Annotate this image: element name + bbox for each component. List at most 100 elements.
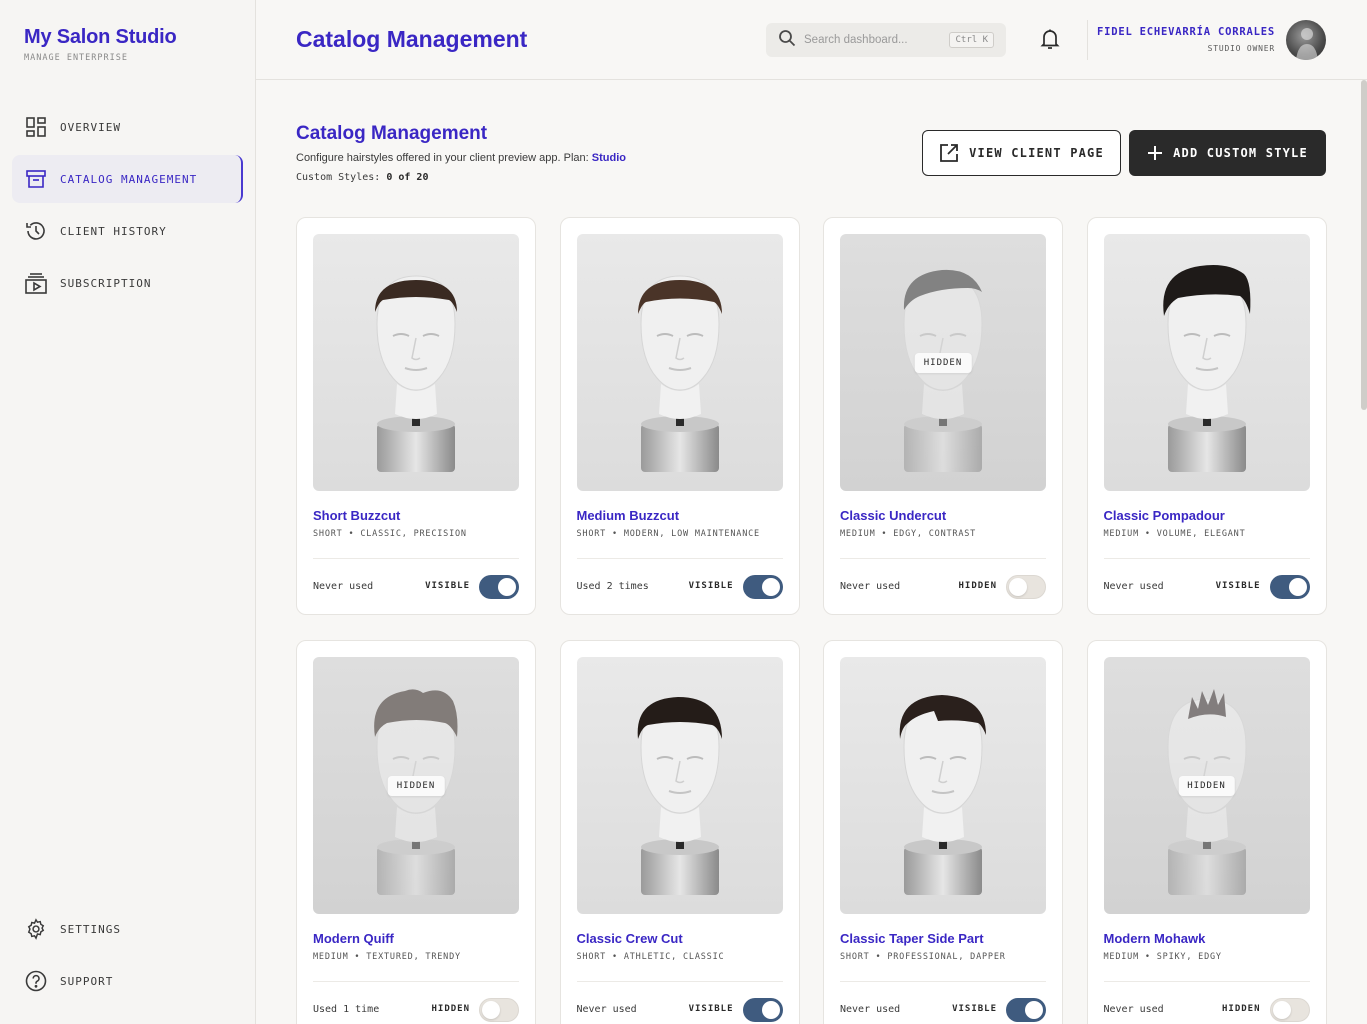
history-icon [24,219,48,243]
sidebar-item-label: SUPPORT [60,974,114,988]
visibility-toggle[interactable] [1269,998,1310,1022]
sidebar-item-support[interactable]: SUPPORT [12,957,243,1005]
hidden-overlay-badge: HIDDEN [914,352,972,373]
hairstyle-name: Classic Taper Side Part [840,931,984,946]
hairstyle-name: Medium Buzzcut [576,508,680,523]
sidebar-item-label: CLIENT HISTORY [60,224,167,238]
visibility-toggle[interactable] [1006,575,1046,599]
toggle-knob [761,1001,780,1019]
hairstyle-image[interactable] [313,234,519,491]
hairstyle-image[interactable]: HIDDEN [1103,657,1310,914]
scrollbar[interactable] [1361,80,1367,410]
hairstyle-image[interactable]: HIDDEN [840,234,1046,491]
add-custom-style-button[interactable]: ADD CUSTOM STYLE [1129,130,1326,176]
sidebar: My Salon Studio MANAGE ENTERPRISE OVERVI… [0,0,256,1024]
card-divider [1103,558,1310,559]
view-client-page-button[interactable]: VIEW CLIENT PAGE [922,130,1121,176]
notifications-bell-icon[interactable] [1040,28,1062,52]
visibility-status: HIDDEN [431,1004,470,1014]
visibility-toggle[interactable] [1269,575,1310,599]
avatar[interactable] [1286,20,1326,60]
visibility-toggle[interactable] [742,575,783,599]
hairstyle-card[interactable]: Classic Taper Side Part SHORT • PROFESSIO… [823,640,1063,1024]
visibility-status: VISIBLE [952,1004,997,1014]
visibility-toggle[interactable] [479,575,519,599]
hairstyle-image[interactable] [576,657,783,914]
sidebar-item-catalog-management[interactable]: CATALOG MANAGEMENT [12,155,243,203]
hairstyle-name: Modern Quiff [313,931,394,946]
hairstyle-image[interactable] [1103,234,1310,491]
hairstyle-card[interactable]: Classic Crew Cut SHORT • ATHLETIC, CLASSI… [559,640,800,1024]
toggle-knob [482,1001,500,1019]
card-divider [840,981,1046,982]
brand: My Salon Studio MANAGE ENTERPRISE [24,26,177,63]
card-divider [313,558,519,559]
visibility-toggle[interactable] [742,998,783,1022]
hairstyle-card[interactable]: Classic Pompadour MEDIUM • VOLUME, ELEGAN… [1086,217,1327,615]
search-icon [778,29,796,52]
visibility-toggle[interactable] [479,998,519,1022]
dashboard-icon [24,115,48,139]
hairstyle-tags: MEDIUM • SPIKY, EDGY [1103,952,1222,962]
hidden-overlay-badge: HIDDEN [1178,775,1235,796]
hairstyle-tags: MEDIUM • TEXTURED, TRENDY [313,952,461,962]
usage-count: Never used [313,581,374,592]
mannequin-image [637,275,722,472]
usage-count: Never used [1103,1004,1164,1015]
sidebar-item-client-history[interactable]: CLIENT HISTORY [12,207,243,255]
hairstyle-tags: MEDIUM • EDGY, CONTRAST [840,529,977,539]
visibility-status: VISIBLE [688,581,734,591]
external-link-icon [939,143,959,163]
gear-icon [24,917,48,941]
usage-count: Used 2 times [576,581,649,592]
user-info[interactable]: FIDEL ECHEVARRÍA CORRALES STUDIO OWNER [1097,26,1275,53]
hairstyle-image[interactable] [576,234,783,491]
mannequin-image [1162,265,1250,472]
usage-count: Never used [576,1004,637,1015]
header-divider [1087,20,1088,60]
search-placeholder: Search dashboard... [804,34,908,46]
subscription-icon [24,271,48,295]
visibility-status: VISIBLE [688,1004,734,1014]
hairstyle-name: Short Buzzcut [313,508,401,523]
card-divider [313,981,519,982]
visibility-toggle[interactable] [1006,998,1046,1022]
catalog-section-header: Catalog Management Configure hairstyles … [296,123,626,183]
sidebar-item-overview[interactable]: OVERVIEW [12,103,243,151]
user-name: FIDEL ECHEVARRÍA CORRALES [1096,26,1275,38]
hairstyle-tags: SHORT • ATHLETIC, CLASSIC [576,952,725,962]
usage-count: Never used [1103,581,1164,592]
sidebar-nav: OVERVIEW CATALOG MANAGEMENT CLIENT HISTO… [12,103,243,311]
sidebar-item-label: CATALOG MANAGEMENT [60,172,198,186]
toggle-knob [1009,578,1027,596]
toggle-knob [761,578,780,596]
sidebar-item-subscription[interactable]: SUBSCRIPTION [12,259,243,307]
card-divider [576,558,783,559]
hairstyle-card[interactable]: Medium Buzzcut SHORT • MODERN, LOW MAINTE… [559,217,800,615]
sidebar-item-settings[interactable]: SETTINGS [12,905,243,953]
custom-styles-count: Custom Styles: 0 of 20 [296,172,626,183]
toggle-knob [1025,1001,1043,1019]
visibility-status: HIDDEN [958,581,997,591]
add-custom-style-label: ADD CUSTOM STYLE [1173,146,1308,160]
hairstyle-card[interactable]: HIDDEN Modern Mohawk MEDIUM • SPIKY, EDGY N… [1086,640,1327,1024]
mannequin-image [637,697,722,895]
mannequin-image [899,695,986,895]
hairstyle-tags: SHORT • PROFESSIONAL, DAPPER [840,952,1006,962]
visibility-status: HIDDEN [1221,1004,1261,1014]
search-input[interactable]: Search dashboard... Ctrl K [766,23,1006,57]
plan-link[interactable]: Studio [592,152,626,164]
hairstyle-card[interactable]: Short Buzzcut SHORT • CLASSIC, PRECISION N… [296,217,536,615]
custom-styles-value: 0 of 20 [386,172,429,183]
hairstyle-name: Classic Undercut [840,508,947,523]
sidebar-item-label: SUBSCRIPTION [60,276,152,290]
hairstyle-card[interactable]: HIDDEN Classic Undercut MEDIUM • EDGY, CON… [823,217,1063,615]
hairstyle-card[interactable]: HIDDEN Modern Quiff MEDIUM • TEXTURED, TRE… [296,640,536,1024]
card-divider [1103,981,1310,982]
brand-title: My Salon Studio [24,26,177,48]
user-role: STUDIO OWNER [1207,44,1275,53]
hairstyle-image[interactable]: HIDDEN [313,657,519,914]
hairstyle-image[interactable] [840,657,1046,914]
hairstyle-tags: MEDIUM • VOLUME, ELEGANT [1103,529,1246,539]
visibility-status: VISIBLE [1215,581,1261,591]
